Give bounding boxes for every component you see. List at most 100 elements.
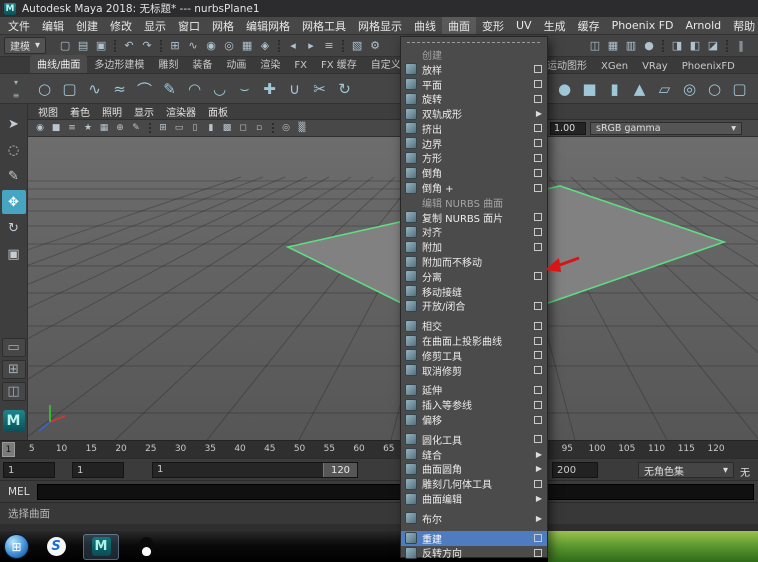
cv-curve-icon[interactable]: ∿	[82, 77, 107, 102]
nurbs-circle-icon[interactable]: ○	[32, 77, 57, 102]
menubar-item[interactable]: 曲面	[442, 17, 476, 35]
option-box-icon[interactable]	[534, 337, 542, 345]
menubar-item[interactable]: 修改	[104, 17, 138, 35]
menubar-item[interactable]: 曲线	[408, 17, 442, 35]
qq[interactable]	[128, 534, 164, 560]
grid-display-icon[interactable]: ▦	[605, 38, 621, 54]
make-live-icon[interactable]: ◈	[257, 38, 273, 54]
default-material-icon[interactable]: ●	[641, 38, 657, 54]
bookmarks-icon[interactable]: ★	[80, 121, 96, 135]
menu-item[interactable]: 曲面圆角 ▶	[401, 462, 547, 477]
shelf-tab[interactable]: 曲线/曲面	[30, 55, 87, 73]
shelf-tab[interactable]: 雕刻	[151, 55, 185, 73]
option-box-icon[interactable]	[534, 322, 542, 330]
nurbs-square-icon[interactable]: ▢	[57, 77, 82, 102]
option-box-icon[interactable]	[534, 480, 542, 488]
select-tool[interactable]: ➤	[2, 112, 26, 136]
snap-projected-center-icon[interactable]: ◎	[221, 38, 237, 54]
safe-action-icon[interactable]: ◻	[235, 121, 251, 135]
color-transform-dropdown[interactable]: sRGB gamma ▾	[590, 122, 742, 135]
menubar-item[interactable]: 网格显示	[352, 17, 408, 35]
construction-history-icon[interactable]: ≡	[321, 38, 337, 54]
panel-menu-item[interactable]: 面板	[202, 104, 234, 119]
open-close-curve-icon[interactable]: ↻	[332, 77, 357, 102]
menubar-item[interactable]: 创建	[70, 17, 104, 35]
layout-single-pane[interactable]: ▭	[2, 338, 26, 357]
option-box-icon[interactable]	[534, 228, 542, 236]
menu-item[interactable]: 附加而不移动 ▶	[401, 254, 547, 269]
paint-select-tool[interactable]: ✎	[2, 164, 26, 188]
detach-curves-icon[interactable]: ✂	[307, 77, 332, 102]
menu-item[interactable]: 开放/闭合 ▶	[401, 299, 547, 314]
start-button[interactable]: ⊞	[4, 534, 29, 559]
range-end-handle[interactable]: 120	[323, 463, 357, 477]
option-box-icon[interactable]	[534, 302, 542, 310]
viewport-canvas[interactable]	[28, 137, 758, 440]
pencil-curve-icon[interactable]: ✎	[157, 77, 182, 102]
option-box-icon[interactable]	[534, 65, 542, 73]
nurbs-cone-icon[interactable]: ▲	[627, 77, 652, 102]
pan-zoom-icon[interactable]: ⊕	[112, 121, 128, 135]
option-box-icon[interactable]	[534, 549, 542, 557]
nurbs-circle2-icon[interactable]: ○	[702, 77, 727, 102]
undo-icon[interactable]: ↶	[121, 38, 137, 54]
menubar-item[interactable]: Phoenix FD	[606, 18, 680, 33]
snap-curve-icon[interactable]: ∿	[185, 38, 201, 54]
open-scene-icon[interactable]: ▤	[75, 38, 91, 54]
menu-item[interactable]: 倒角 + ▶	[401, 180, 547, 195]
shelf-tab[interactable]: 运动图形	[540, 56, 594, 74]
menu-item[interactable]: 延伸 ▶	[401, 383, 547, 398]
option-box-icon[interactable]	[534, 401, 542, 409]
panel-menu-item[interactable]: 着色	[64, 104, 96, 119]
menu-item[interactable]: 移动接缝 ▶	[401, 284, 547, 299]
option-box-icon[interactable]	[534, 169, 542, 177]
command-line-input[interactable]	[37, 484, 754, 500]
menu-item[interactable]: 复制 NURBS 面片 ▶	[401, 210, 547, 225]
select-camera-icon[interactable]: ◉	[32, 121, 48, 135]
snap-grid-icon[interactable]: ⊞	[167, 38, 183, 54]
shelf-tab[interactable]: FX	[287, 59, 314, 73]
anim-start-field[interactable]: 1	[72, 462, 124, 478]
symmetry-icon[interactable]: ◫	[587, 38, 603, 54]
resolution-gate-icon[interactable]: ▯	[187, 121, 203, 135]
menubar-item[interactable]: 变形	[476, 17, 510, 35]
menu-item[interactable]: 对齐 ▶	[401, 225, 547, 240]
menubar-item[interactable]: 窗口	[172, 17, 206, 35]
menu-item[interactable]: 分离 ▶	[401, 269, 547, 284]
shelf-tab[interactable]: FX 缓存	[314, 55, 364, 73]
shelf-tab[interactable]: 多边形建模	[87, 55, 151, 73]
layout-four-pane[interactable]: ⊞	[2, 360, 26, 379]
rotate-tool[interactable]: ↻	[2, 216, 26, 240]
menubar-item[interactable]: 网格工具	[296, 17, 352, 35]
menubar-item[interactable]: 帮助	[727, 17, 758, 35]
menubar-item[interactable]: UV	[510, 18, 538, 33]
pause-icon[interactable]: ‖	[733, 38, 749, 54]
menu-item[interactable]: 偏移 ▶	[401, 412, 547, 427]
option-box-icon[interactable]	[534, 95, 542, 103]
menu-item[interactable]: 在曲面上投影曲线 ▶	[401, 333, 547, 348]
option-box-icon[interactable]	[534, 154, 542, 162]
gate-mask-icon[interactable]: ▮	[203, 121, 219, 135]
menu-item[interactable]: 重建 ▶	[401, 531, 547, 546]
snap-view-plane-icon[interactable]: ▦	[239, 38, 255, 54]
three-point-arc-icon[interactable]: ◠	[182, 77, 207, 102]
shelf-tab[interactable]: PhoenixFD	[675, 60, 742, 74]
time-slider[interactable]: 1 51015202530354045505560657075808590951…	[0, 440, 758, 458]
shelf-options-icon[interactable]: ≡	[9, 90, 23, 102]
menu-item[interactable]: 边界 ▶	[401, 136, 547, 151]
menuset-dropdown[interactable]: 建模 ▾	[4, 37, 46, 54]
menu-item[interactable]: 方形 ▶	[401, 151, 547, 166]
xray-icon[interactable]: ▒	[294, 121, 310, 135]
bezier-curve-icon[interactable]: ⌒	[132, 77, 157, 102]
menu-item[interactable]: 创建 ▶	[401, 47, 547, 62]
shelf-menu-icon[interactable]: ▾	[9, 77, 23, 89]
insert-knot-icon[interactable]: ✚	[257, 77, 282, 102]
option-box-icon[interactable]	[534, 80, 542, 88]
nurbs-cube-icon[interactable]: ■	[577, 77, 602, 102]
input-connections-icon[interactable]: ◂	[285, 38, 301, 54]
nurbs-cylinder-icon[interactable]: ▮	[602, 77, 627, 102]
menu-item[interactable]: 相交 ▶	[401, 318, 547, 333]
option-box-icon[interactable]	[534, 124, 542, 132]
maya[interactable]: M	[83, 534, 119, 560]
nurbs-square2-icon[interactable]: ▢	[727, 77, 752, 102]
